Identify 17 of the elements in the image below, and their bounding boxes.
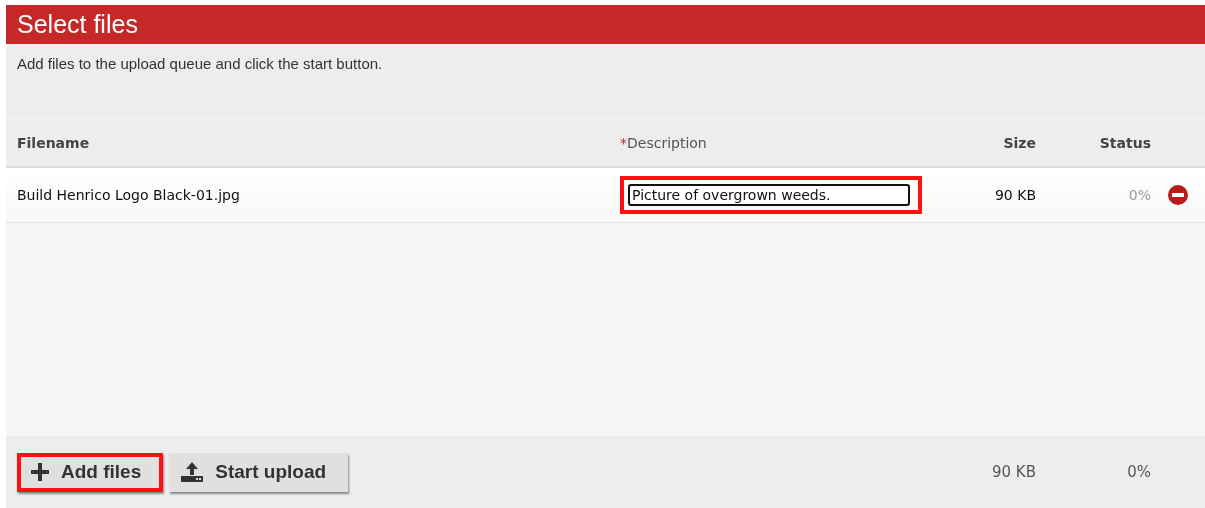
column-header: *Description <box>620 134 707 151</box>
column-header: Status <box>1099 134 1151 151</box>
filename-text: Build Henrico Logo Black-01.jpg <box>17 187 240 203</box>
status-text: 0% <box>1128 187 1151 203</box>
total-status-text: 0% <box>1127 463 1151 481</box>
plus-icon <box>31 463 49 481</box>
total-size-text: 90 KB <box>992 463 1036 481</box>
column-header: Filename <box>17 134 90 151</box>
upload-icon <box>181 462 204 482</box>
add-files-button[interactable]: Add files <box>17 452 164 492</box>
size-text: 90 KB <box>994 187 1036 203</box>
panel-title: Select files <box>17 10 138 39</box>
instructions-text: Add files to the upload queue and click the start button. <box>17 55 383 72</box>
description-field[interactable]: Picture of overgrown weeds. <box>628 184 910 206</box>
start-upload-button[interactable]: Start upload <box>169 452 349 492</box>
column-header: Size <box>1003 134 1036 151</box>
remove-icon[interactable] <box>1168 185 1188 205</box>
